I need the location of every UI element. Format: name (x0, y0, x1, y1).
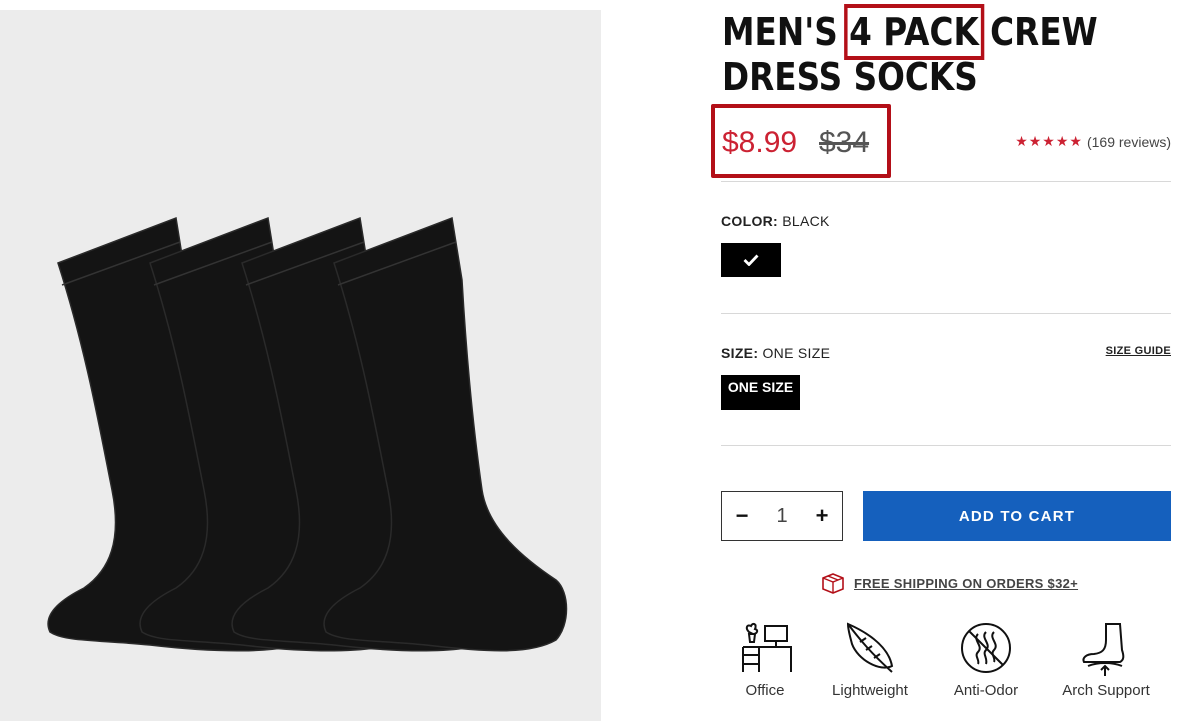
color-label: COLOR: BLACK (721, 213, 830, 229)
sale-price: $8.99 (722, 126, 798, 159)
feature-label: Anti-Odor (953, 682, 1019, 699)
feature-label: Arch Support (1062, 682, 1150, 699)
color-value: BLACK (782, 213, 830, 229)
feature-label: Lightweight (832, 682, 908, 699)
size-label-key: SIZE: (721, 345, 759, 361)
rating[interactable]: ★★★★★ (169 reviews) (1015, 133, 1171, 150)
free-shipping-text[interactable]: FREE SHIPPING ON ORDERS $32+ (854, 576, 1078, 591)
size-value: ONE SIZE (762, 345, 831, 361)
color-label-key: COLOR: (721, 213, 779, 229)
divider (721, 181, 1171, 182)
package-icon (822, 573, 844, 594)
size-guide-link[interactable]: SIZE GUIDE (1106, 345, 1171, 357)
title-part-2: CREW (978, 10, 1098, 54)
office-desk-icon (742, 622, 792, 672)
increase-quantity-button[interactable]: + (814, 503, 830, 529)
original-price: $34 (819, 126, 870, 159)
product-title: MEN'S 4 PACK CREW DRESS SOCKS (722, 4, 1126, 100)
check-icon (743, 254, 759, 266)
feature-anti-odor: Anti-Odor (931, 620, 1041, 699)
foot-arch-icon (1082, 623, 1125, 676)
quantity-stepper: − 1 + (721, 491, 843, 541)
color-swatch-black[interactable] (721, 243, 781, 277)
feature-lightweight: Lightweight (815, 620, 925, 699)
divider (721, 313, 1171, 314)
add-to-cart-button[interactable]: ADD TO CART (863, 491, 1171, 541)
feather-icon (846, 622, 894, 673)
star-rating-icon: ★★★★★ (1015, 133, 1083, 149)
size-label: SIZE: ONE SIZE (721, 345, 830, 361)
divider (721, 445, 1171, 446)
product-image (0, 10, 601, 721)
feature-label: Office (745, 682, 785, 699)
free-shipping-notice[interactable]: FREE SHIPPING ON ORDERS $32+ (820, 572, 1078, 594)
anti-odor-icon (961, 623, 1011, 673)
title-part-1: MEN'S (722, 10, 850, 54)
pack-highlight: 4 PACK (843, 4, 984, 60)
quantity-value[interactable]: 1 (776, 505, 787, 528)
feature-arch-support: Arch Support (1051, 620, 1161, 699)
socks-image (47, 216, 568, 652)
size-option-one-size[interactable]: ONE SIZE (721, 375, 800, 410)
decrease-quantity-button[interactable]: − (734, 503, 750, 529)
title-line-2: DRESS SOCKS (722, 55, 978, 99)
feature-office: Office (710, 620, 820, 699)
review-count[interactable]: (169 reviews) (1087, 134, 1171, 150)
